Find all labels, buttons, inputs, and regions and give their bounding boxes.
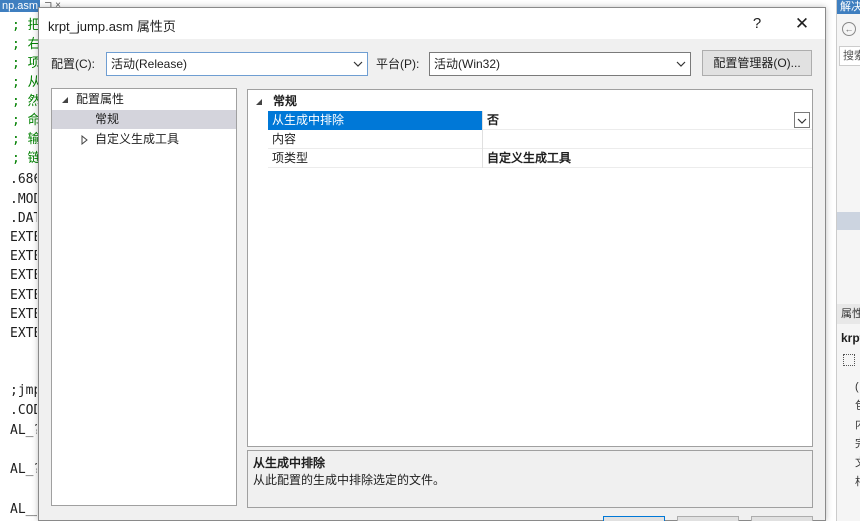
code-line: .MODEL (10, 192, 37, 207)
dialog-titlebar[interactable]: krpt_jump.asm 属性页 ? ✕ (39, 8, 825, 39)
solution-explorer-tab[interactable]: 解决 (837, 0, 860, 14)
chevron-down-icon (353, 61, 363, 67)
code-line: ; 项 (12, 56, 39, 71)
properties-panel-tab[interactable]: 属性 (837, 304, 860, 324)
description-title: 从生成中排除 (253, 456, 326, 470)
code-line: ; 然 (12, 94, 39, 109)
code-line: ; 右 (12, 37, 39, 52)
back-arrow-icon[interactable]: ← (842, 22, 856, 36)
solution-search-input[interactable]: 搜索 (839, 46, 860, 66)
code-line: ; 命 (12, 113, 39, 128)
close-button[interactable]: ✕ (788, 12, 816, 36)
code-line: .CODE (10, 403, 37, 418)
platform-select[interactable]: 活动(Win32) (429, 52, 691, 76)
code-line: EXTERN (10, 326, 37, 341)
editor-tab[interactable]: np.asm (0, 0, 40, 12)
property-row-item-type[interactable]: 项类型 自定义生成工具 (268, 149, 812, 168)
help-button[interactable]: ? (745, 12, 769, 36)
code-line: AL_? (10, 462, 37, 477)
tree-item-label: 自定义生成工具 (95, 132, 180, 146)
property-row-content[interactable]: 内容 (268, 130, 812, 149)
tree-item-custom-build-tool[interactable]: 自定义生成工具 (52, 130, 236, 149)
caret-down-icon[interactable] (254, 97, 264, 107)
code-line: EXTERN (10, 288, 37, 303)
code-line: ; 输 (12, 132, 39, 147)
code-line: EXTERN (10, 230, 37, 245)
solution-selected-item[interactable] (837, 212, 860, 230)
property-list-item: 包 (855, 397, 860, 415)
property-list-item: 内 (855, 416, 860, 434)
code-line: .DATA (10, 211, 37, 226)
property-name: 从生成中排除 (272, 113, 345, 127)
categorized-view-icon[interactable] (843, 354, 855, 366)
code-line: EXTERN (10, 268, 37, 283)
caret-down-icon[interactable] (60, 95, 70, 105)
property-divider (482, 130, 483, 149)
tree-item-config-properties[interactable]: 配置属性 (52, 90, 236, 109)
config-tree: 配置属性 常规 自定义生成工具 (51, 88, 237, 506)
property-description: 从生成中排除 从此配置的生成中排除选定的文件。 (247, 450, 813, 508)
grid-category-label: 常规 (273, 94, 298, 108)
property-grid: 常规 从生成中排除 否 内容 项类型 自定义生成工具 (247, 89, 813, 447)
tree-item-label: 常规 (95, 112, 120, 126)
code-line: EXTERN (10, 307, 37, 322)
apply-button[interactable] (751, 516, 813, 521)
code-line: AL_? (10, 423, 37, 438)
tree-item-label: 配置属性 (76, 92, 125, 106)
property-name: 项类型 (272, 151, 309, 165)
code-line: ; 从 (12, 75, 39, 90)
chevron-down-icon (676, 61, 686, 67)
platform-label: 平台(P): (376, 57, 420, 71)
property-divider (482, 111, 483, 130)
dialog-title: krpt_jump.asm 属性页 (48, 19, 176, 34)
property-value: 自定义生成工具 (487, 151, 572, 165)
property-row-exclude-from-build[interactable]: 从生成中排除 否 (268, 111, 812, 130)
ok-button[interactable] (603, 516, 665, 521)
property-value: 否 (487, 113, 500, 127)
tree-item-general[interactable]: 常规 (52, 110, 236, 129)
property-list-item: 完 (855, 435, 860, 453)
code-line: ; 链 (12, 151, 39, 166)
code-line: ;jmp (10, 383, 37, 398)
grid-category-general[interactable]: 常规 (248, 92, 812, 111)
property-pages-dialog: krpt_jump.asm 属性页 ? ✕ 配置(C): 活动(Release)… (38, 7, 826, 521)
config-label: 配置(C): (51, 57, 95, 71)
caret-right-icon[interactable] (79, 135, 89, 145)
property-list-item: ( (855, 381, 859, 393)
config-manager-button[interactable]: 配置管理器(O)... (702, 50, 812, 76)
property-name: 内容 (272, 132, 297, 146)
cancel-button[interactable] (677, 516, 739, 521)
description-text: 从此配置的生成中排除选定的文件。 (253, 473, 446, 487)
platform-select-value: 活动(Win32) (434, 57, 501, 71)
property-list-item: 相 (855, 473, 860, 491)
code-line: AL__ (10, 502, 37, 517)
property-list-item: 文 (855, 454, 860, 472)
config-select-value: 活动(Release) (111, 57, 188, 71)
property-value-dropdown[interactable] (794, 112, 810, 128)
properties-file-name: krpt (841, 331, 860, 345)
right-dock-panel: 解决 ← 搜索 属性 krpt ( 包内完文相 (836, 0, 860, 521)
code-line: EXTERN (10, 249, 37, 264)
property-divider (482, 149, 483, 168)
code-line: ; 把 (12, 18, 39, 33)
config-select[interactable]: 活动(Release) (106, 52, 368, 76)
code-line: .686 (10, 172, 37, 187)
chevron-down-icon (797, 118, 807, 124)
